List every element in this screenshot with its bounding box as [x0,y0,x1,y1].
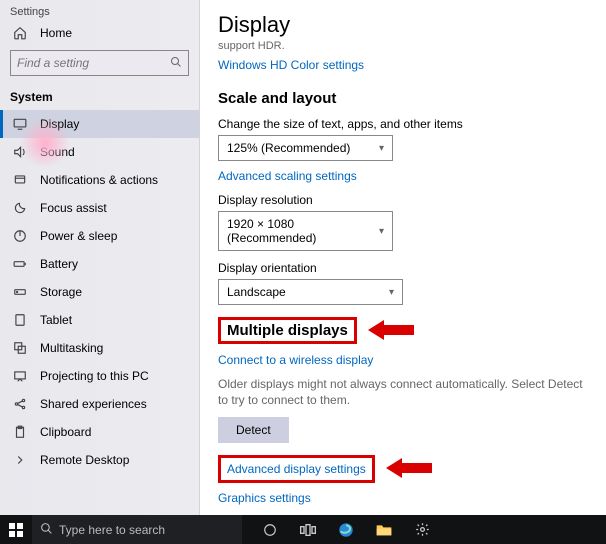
dropdown-value: 125% (Recommended) [227,141,350,155]
dropdown-value: 1920 × 1080 (Recommended) [227,217,379,245]
page-title: Display [218,12,594,38]
sidebar-item-sound[interactable]: Sound [0,138,199,166]
bell-icon [12,173,28,187]
sidebar-item-label: Focus assist [40,201,107,215]
help-text-older-displays: Older displays might not always connect … [218,377,594,408]
sidebar-item-label: Multitasking [40,341,103,355]
label-resolution: Display resolution [218,193,594,207]
sidebar-item-label: Remote Desktop [40,453,129,467]
settings-icon[interactable] [414,522,430,538]
search-icon [170,56,182,71]
sidebar-item-display[interactable]: Display [0,110,199,138]
chevron-down-icon: ▾ [379,143,384,154]
wireless-display-link[interactable]: Connect to a wireless display [218,353,594,367]
clipboard-icon [12,425,28,439]
project-icon [12,369,28,383]
dropdown-text-scale[interactable]: 125% (Recommended) ▾ [218,135,393,161]
sidebar-item-label: Shared experiences [40,397,147,411]
sidebar-item-shared-experiences[interactable]: Shared experiences [0,390,199,418]
dropdown-value: Landscape [227,285,286,299]
search-input[interactable] [17,56,157,70]
sidebar-item-label: Battery [40,257,78,271]
sidebar-item-label: Storage [40,285,82,299]
share-icon [12,397,28,411]
sidebar-item-battery[interactable]: Battery [0,250,199,278]
chevron-down-icon: ▾ [389,287,394,298]
dropdown-resolution[interactable]: 1920 × 1080 (Recommended) ▾ [218,211,393,251]
sidebar-item-label: Clipboard [40,425,91,439]
edge-icon[interactable] [338,522,354,538]
sidebar-item-label: Projecting to this PC [40,369,149,383]
sidebar-item-projecting[interactable]: Projecting to this PC [0,362,199,390]
label-text-size: Change the size of text, apps, and other… [218,117,594,131]
sidebar-item-clipboard[interactable]: Clipboard [0,418,199,446]
section-scale-layout: Scale and layout [218,90,594,107]
search-icon [40,522,53,538]
annotation-arrow-icon [368,318,414,345]
sound-icon [12,145,28,159]
sidebar-item-label: Notifications & actions [40,173,158,187]
tablet-icon [12,313,28,327]
home-label: Home [40,26,72,40]
taskbar-search[interactable]: Type here to search [32,515,242,544]
display-icon [12,117,28,131]
sidebar-item-remote-desktop[interactable]: Remote Desktop [0,446,199,474]
sidebar-item-label: Sound [40,145,75,159]
file-explorer-icon[interactable] [376,522,392,538]
cortana-icon[interactable] [262,522,278,538]
label-orientation: Display orientation [218,261,594,275]
chevron-down-icon: ▾ [379,226,384,237]
find-setting-search[interactable] [10,50,189,76]
graphics-settings-link[interactable]: Graphics settings [218,491,594,505]
multitasking-icon [12,341,28,355]
section-label-system: System [0,86,199,110]
sidebar-item-power-sleep[interactable]: Power & sleep [0,222,199,250]
advanced-scaling-link[interactable]: Advanced scaling settings [218,169,594,183]
dropdown-orientation[interactable]: Landscape ▾ [218,279,403,305]
page-subtitle: support HDR. [218,40,594,52]
windows-icon [9,523,23,537]
highlight-advanced-display: Advanced display settings [218,455,375,483]
sidebar-item-notifications[interactable]: Notifications & actions [0,166,199,194]
section-multiple-displays: Multiple displays [227,322,348,339]
sidebar-item-focus-assist[interactable]: Focus assist [0,194,199,222]
start-button[interactable] [0,515,32,544]
window-title: Settings [0,6,199,20]
task-view-icon[interactable] [300,522,316,538]
home-icon [12,26,28,40]
sidebar-item-storage[interactable]: Storage [0,278,199,306]
taskbar: Type here to search [0,515,606,544]
annotation-arrow-icon [386,456,432,483]
hd-color-link[interactable]: Windows HD Color settings [218,58,594,72]
moon-icon [12,201,28,215]
battery-icon [12,257,28,271]
sidebar-item-label: Display [40,117,79,131]
sidebar-item-label: Tablet [40,313,72,327]
sidebar-item-tablet[interactable]: Tablet [0,306,199,334]
content-pane: Display support HDR. Windows HD Color se… [200,0,606,515]
storage-icon [12,285,28,299]
detect-button[interactable]: Detect [218,417,289,443]
remote-icon [12,453,28,467]
settings-sidebar: Settings Home System Display Sound Notif… [0,0,200,515]
advanced-display-link[interactable]: Advanced display settings [227,462,366,476]
power-icon [12,229,28,243]
sidebar-item-multitasking[interactable]: Multitasking [0,334,199,362]
home-button[interactable]: Home [0,20,199,46]
taskbar-search-placeholder: Type here to search [59,523,165,537]
sidebar-item-label: Power & sleep [40,229,117,243]
highlight-multiple-displays: Multiple displays [218,317,357,344]
